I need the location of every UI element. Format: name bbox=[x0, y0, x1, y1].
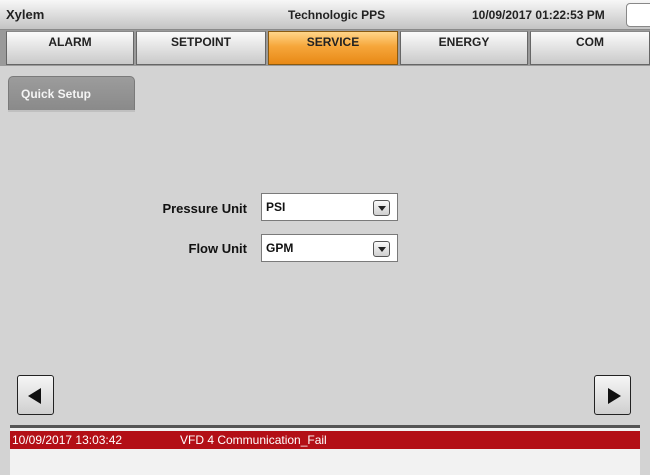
tab-energy-label: ENERGY bbox=[438, 35, 490, 49]
tab-com[interactable]: COM bbox=[530, 31, 650, 65]
subtab-divider bbox=[8, 110, 135, 112]
tab-alarm[interactable]: ALARM bbox=[6, 31, 134, 65]
flow-unit-label: Flow Unit bbox=[188, 241, 248, 256]
main-tab-bar: ALARM SETPOINT SERVICE ENERGY COM bbox=[0, 30, 650, 66]
info-icon: i bbox=[638, 8, 642, 22]
app-name: Xylem bbox=[6, 7, 45, 22]
tab-setpoint-label: SETPOINT bbox=[170, 35, 231, 49]
pressure-unit-value: PSI bbox=[266, 200, 286, 214]
title-bar: Xylem Technologic PPS 10/09/2017 01:22:5… bbox=[0, 0, 650, 30]
subtab-quick-setup[interactable]: Quick Setup bbox=[8, 76, 135, 110]
right-arrow-icon bbox=[608, 388, 621, 404]
alarm-row[interactable]: 10/09/2017 13:03:42 VFD 4 Communication_… bbox=[10, 431, 640, 449]
flow-unit-value: GPM bbox=[266, 241, 294, 255]
pressure-unit-label: Pressure Unit bbox=[162, 201, 247, 216]
chevron-down-icon[interactable] bbox=[373, 200, 390, 216]
alarm-timestamp: 10/09/2017 13:03:42 bbox=[12, 433, 123, 447]
previous-page-button[interactable] bbox=[17, 375, 54, 415]
chevron-down-icon[interactable] bbox=[373, 241, 390, 257]
info-button[interactable]: i bbox=[626, 3, 650, 27]
datetime-display: 10/09/2017 01:22:53 PM bbox=[472, 8, 605, 22]
next-page-button[interactable] bbox=[594, 375, 631, 415]
tab-setpoint[interactable]: SETPOINT bbox=[136, 31, 266, 65]
tab-alarm-label: ALARM bbox=[48, 35, 92, 49]
tab-service[interactable]: SERVICE bbox=[268, 31, 398, 65]
alarm-message: VFD 4 Communication_Fail bbox=[180, 433, 327, 447]
product-name: Technologic PPS bbox=[288, 8, 386, 22]
flow-unit-select[interactable]: GPM bbox=[261, 234, 398, 262]
pressure-unit-select[interactable]: PSI bbox=[261, 193, 398, 221]
subtab-quick-setup-label: Quick Setup bbox=[21, 87, 92, 101]
tab-service-label: SERVICE bbox=[306, 35, 360, 49]
tab-com-label: COM bbox=[576, 35, 604, 49]
left-arrow-icon bbox=[28, 388, 41, 404]
tab-energy[interactable]: ENERGY bbox=[400, 31, 528, 65]
